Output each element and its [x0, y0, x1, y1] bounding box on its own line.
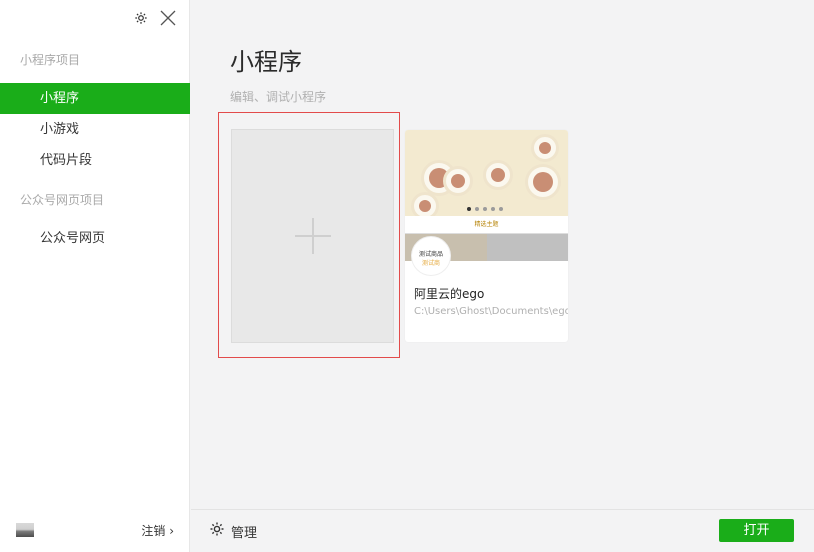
- project-name: 阿里云的ego: [414, 287, 485, 301]
- sidebar-top-icons: [134, 10, 176, 26]
- sidebar: 小程序项目 小程序 小游戏 代码片段 公众号网页项目 公众号网页 注销 ›: [0, 0, 190, 552]
- new-project-button[interactable]: [218, 112, 400, 358]
- food-plate-image: [411, 192, 439, 216]
- food-plate-image: [531, 134, 559, 162]
- manage-label: 管理: [231, 525, 258, 541]
- food-plate-image: [443, 166, 473, 196]
- project-avatar: 测试商品 测试商: [411, 236, 451, 276]
- thumbnail-banner: [405, 130, 568, 216]
- section-label-miniprogram: 小程序项目: [20, 53, 81, 67]
- sidebar-item-minigame[interactable]: 小游戏: [0, 114, 190, 145]
- avatar[interactable]: [16, 523, 34, 537]
- project-path: C:\Users\Ghost\Documents\ego: [414, 306, 568, 317]
- logout-link[interactable]: 注销 ›: [141, 522, 174, 539]
- page-title: 小程序: [230, 48, 302, 76]
- sidebar-item-code-snippets[interactable]: 代码片段: [0, 145, 190, 176]
- page-subtitle: 编辑、调试小程序: [230, 90, 327, 104]
- project-avatar-line1: 测试商品: [418, 251, 443, 258]
- project-avatar-line2: 测试商: [421, 260, 440, 267]
- thumbnail-tab: 精选主题: [405, 216, 568, 234]
- project-card[interactable]: 精选主题 测试商品 测试商 阿里云的ego C:\Users\Ghost\Doc…: [405, 130, 568, 342]
- close-icon[interactable]: [160, 10, 176, 26]
- plus-icon: [294, 218, 331, 254]
- main-footer: 管理 打开: [191, 509, 814, 552]
- carousel-dots: [467, 207, 503, 211]
- new-project-tile[interactable]: [231, 129, 394, 343]
- main-panel: 小程序 编辑、调试小程序 精选主题 测试商品 测试商 阿里云的ego C:\Us…: [191, 0, 814, 552]
- settings-icon: [209, 521, 225, 541]
- manage-button[interactable]: 管理: [209, 521, 257, 541]
- sidebar-item-miniprogram[interactable]: 小程序: [0, 83, 190, 114]
- open-button[interactable]: 打开: [719, 519, 794, 542]
- section-label-official-account: 公众号网页项目: [20, 193, 105, 207]
- food-plate-image: [483, 160, 513, 190]
- sidebar-footer: 注销 ›: [0, 510, 190, 552]
- gear-icon[interactable]: [134, 11, 148, 25]
- sidebar-item-official-webpage[interactable]: 公众号网页: [0, 223, 190, 254]
- food-plate-image: [525, 164, 561, 200]
